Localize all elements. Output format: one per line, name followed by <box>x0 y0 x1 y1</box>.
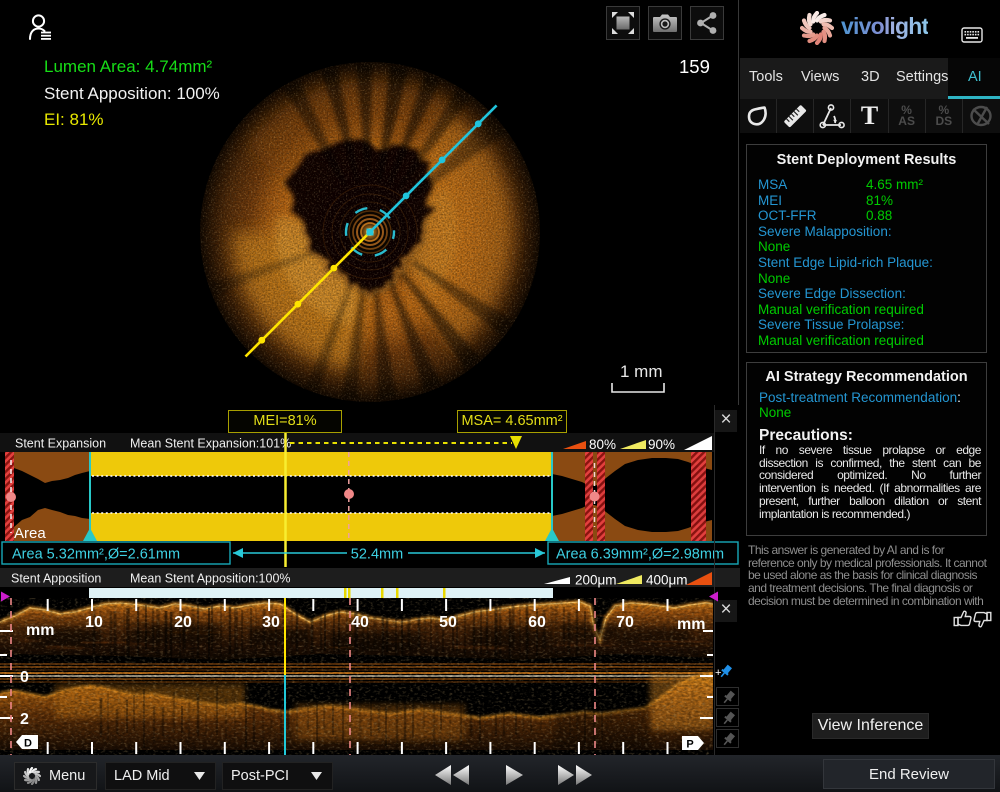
svg-text:80%: 80% <box>589 437 616 452</box>
svg-text:10: 10 <box>85 614 103 631</box>
svg-text:mm: mm <box>26 622 54 639</box>
svg-text:mm: mm <box>677 616 705 633</box>
svg-text:20: 20 <box>174 614 192 631</box>
svg-text:60: 60 <box>528 614 546 631</box>
svg-text:30: 30 <box>262 614 280 631</box>
svg-text:Stent Expansion: Stent Expansion <box>15 437 106 451</box>
svg-text:200μm: 200μm <box>575 573 617 588</box>
svg-text:Stent Apposition: Stent Apposition <box>11 572 101 586</box>
svg-text:70: 70 <box>616 614 634 631</box>
svg-text:40: 40 <box>351 614 369 631</box>
svg-text:52.4mm: 52.4mm <box>351 547 403 563</box>
svg-text:0: 0 <box>20 669 29 686</box>
svg-text:P: P <box>686 739 693 751</box>
svg-text:Area 5.32mm²,Ø=2.61mm: Area 5.32mm²,Ø=2.61mm <box>12 547 180 563</box>
svg-text:Mean Stent Expansion:101%: Mean Stent Expansion:101% <box>130 437 291 451</box>
svg-text:50: 50 <box>439 614 457 631</box>
svg-text:+: + <box>715 667 721 679</box>
svg-text:400μm: 400μm <box>646 573 688 588</box>
svg-text:Mean Stent Apposition:100%: Mean Stent Apposition:100% <box>130 572 291 586</box>
svg-text:D: D <box>24 738 32 750</box>
svg-text:2: 2 <box>20 711 29 728</box>
svg-text:Area: Area <box>14 525 46 542</box>
svg-text:90%: 90% <box>648 437 675 452</box>
svg-text:Area 6.39mm²,Ø=2.98mm: Area 6.39mm²,Ø=2.98mm <box>556 547 724 563</box>
